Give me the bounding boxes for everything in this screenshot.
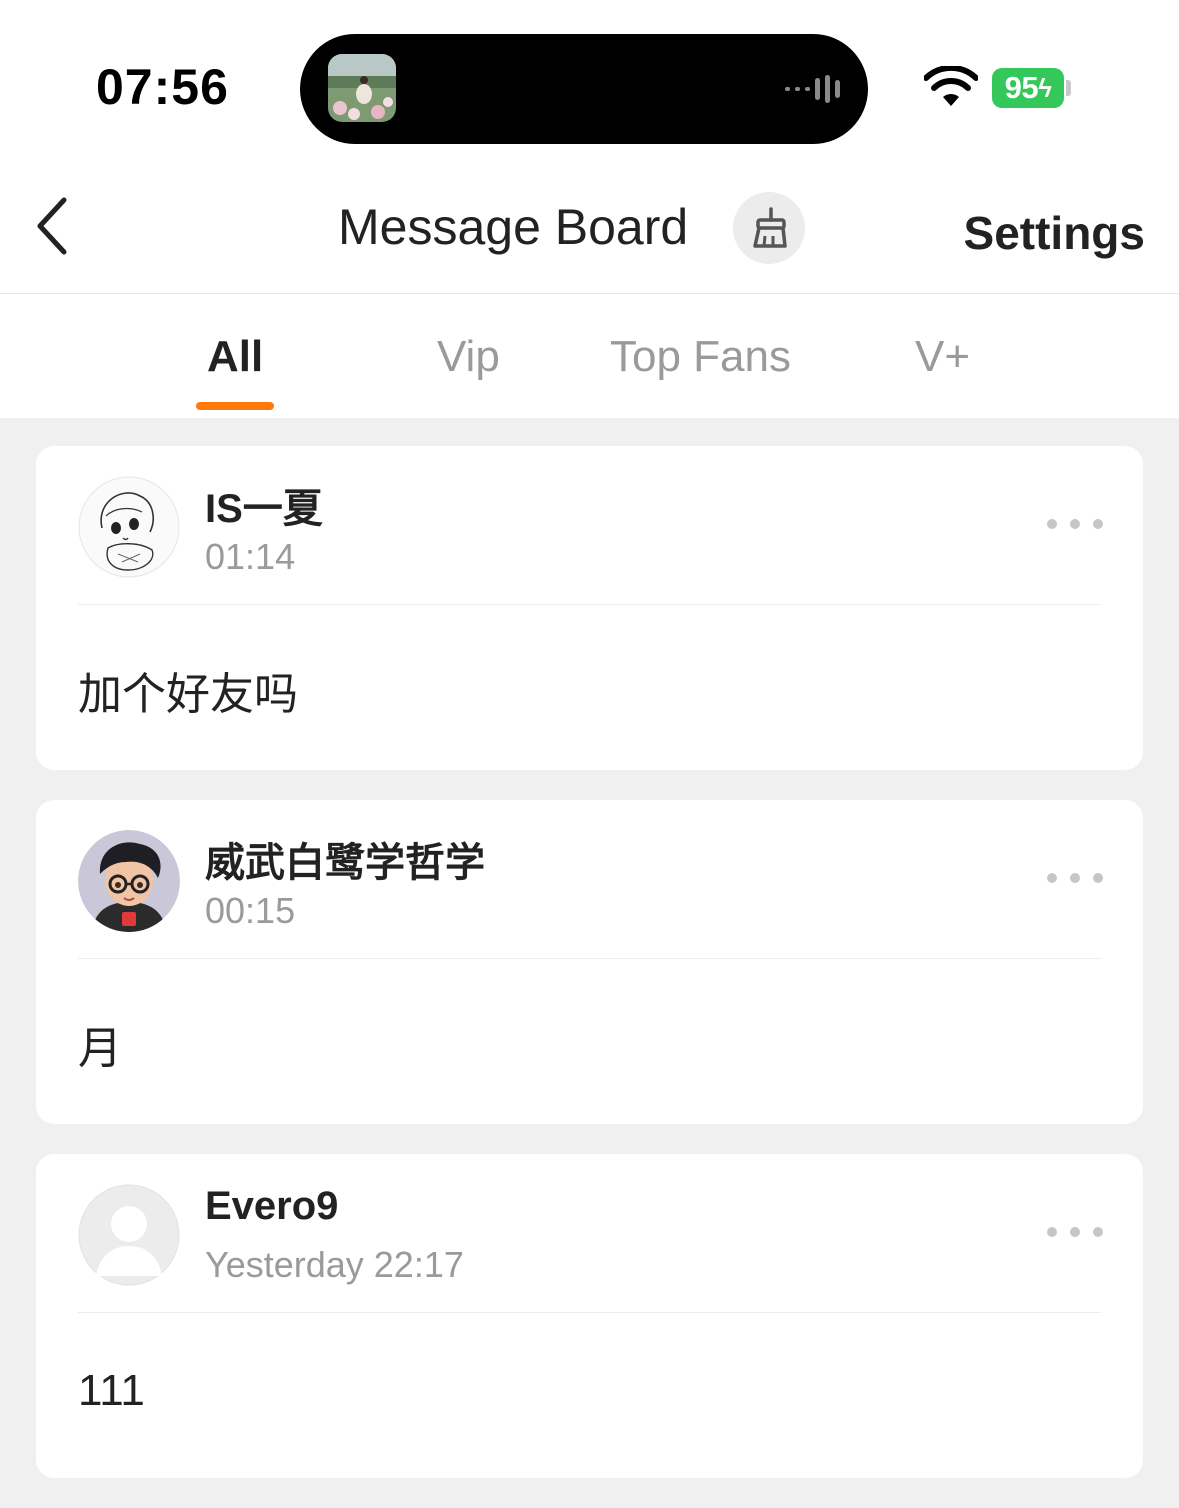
message-time: Yesterday 22:17	[205, 1244, 464, 1285]
tab-v-plus[interactable]: V+	[915, 332, 970, 382]
now-playing-thumbnail	[328, 54, 396, 122]
author-name[interactable]: Evero9	[205, 1184, 338, 1229]
divider	[78, 958, 1101, 959]
message-card[interactable]: 威武白鹭学哲学 00:15 月	[36, 800, 1143, 1124]
message-board-screen: 07:56 95 ϟ Message Board Settings All Vi…	[0, 0, 1179, 1508]
back-button[interactable]	[28, 194, 88, 260]
more-options-icon[interactable]	[1047, 866, 1103, 890]
wifi-icon	[924, 66, 978, 106]
divider	[78, 1312, 1101, 1313]
more-options-icon[interactable]	[1047, 1220, 1103, 1244]
tab-top-fans[interactable]: Top Fans	[610, 332, 791, 382]
page-title: Message Board	[338, 199, 689, 255]
status-bar: 07:56 95 ϟ	[0, 0, 1179, 172]
battery-indicator: 95 ϟ	[992, 68, 1064, 108]
message-content: 月	[78, 1024, 122, 1073]
avatar[interactable]	[78, 1184, 180, 1286]
charging-icon: ϟ	[1038, 72, 1052, 103]
settings-button[interactable]: Settings	[964, 206, 1145, 260]
battery-level: 95	[1004, 70, 1039, 105]
tab-all[interactable]: All	[207, 332, 263, 382]
author-name[interactable]: IS一夏	[205, 476, 323, 534]
dynamic-island[interactable]	[300, 34, 868, 144]
more-options-icon[interactable]	[1047, 512, 1103, 536]
audio-wave-icon	[785, 74, 840, 104]
author-name[interactable]: 威武白鹭学哲学	[205, 830, 485, 888]
message-time: 01:14	[205, 536, 296, 577]
status-time: 07:56	[96, 59, 229, 115]
tab-vip[interactable]: Vip	[437, 332, 500, 382]
chevron-left-icon	[37, 197, 67, 255]
message-card[interactable]: Evero9 Yesterday 22:17 111	[36, 1154, 1143, 1478]
divider	[78, 604, 1101, 605]
message-content: 111	[78, 1366, 145, 1415]
tab-bar: All Vip Top Fans V+	[0, 294, 1179, 418]
broom-icon	[753, 207, 787, 248]
avatar[interactable]	[78, 476, 180, 578]
message-card[interactable]: IS一夏 01:14 加个好友吗	[36, 446, 1143, 770]
clear-messages-button[interactable]	[733, 192, 805, 264]
message-content: 加个好友吗	[78, 670, 298, 719]
avatar[interactable]	[78, 830, 180, 932]
message-time: 00:15	[205, 890, 296, 931]
nav-header: Message Board Settings	[0, 172, 1179, 294]
battery-cap	[1066, 80, 1071, 96]
active-tab-indicator	[196, 402, 274, 410]
